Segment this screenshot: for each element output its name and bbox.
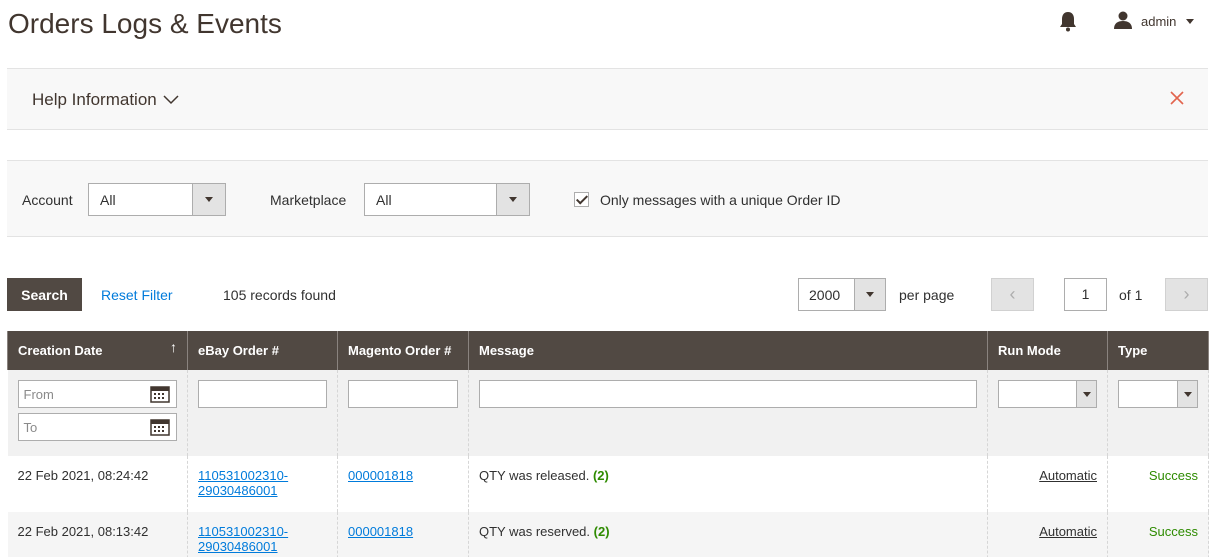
column-header-message[interactable]: Message (468, 331, 988, 370)
chevron-down-icon (192, 184, 225, 215)
table-row: 22 Feb 2021, 08:24:42 110531002310- 29030… (7, 456, 1209, 512)
ebay-order-link[interactable]: 110531002310- 29030486001 (198, 524, 288, 554)
unique-order-checkbox[interactable] (574, 192, 589, 207)
chevron-down-icon (163, 90, 179, 110)
magento-order-link[interactable]: 000001818 (348, 524, 413, 539)
unique-order-label: Only messages with a unique Order ID (600, 192, 841, 208)
column-header-type[interactable]: Type (1107, 331, 1209, 370)
type-filter-select[interactable] (1118, 380, 1198, 408)
per-page-select[interactable]: 2000 (798, 278, 886, 311)
close-icon[interactable] (1169, 90, 1185, 106)
chevron-down-icon (496, 184, 529, 215)
chevron-down-icon (1177, 381, 1197, 407)
chevron-down-icon (1076, 381, 1096, 407)
records-count: 105 records found (223, 287, 336, 303)
message-count[interactable]: (2) (593, 468, 609, 483)
page-number-input[interactable]: 1 (1064, 278, 1107, 311)
help-information-title: Help Information (32, 90, 157, 109)
message-filter-input[interactable] (479, 380, 977, 408)
run-mode-link[interactable]: Automatic (998, 468, 1097, 483)
creation-date-cell: 22 Feb 2021, 08:13:42 (7, 512, 188, 557)
account-select-value: All (100, 192, 116, 208)
page-total: of 1 (1119, 287, 1143, 303)
previous-page-button[interactable]: ‹ (991, 278, 1034, 311)
filter-row: From To (7, 370, 1209, 456)
reset-filter-link[interactable]: Reset Filter (101, 287, 173, 303)
help-information-panel: Help Information (7, 68, 1208, 130)
column-header-ebay-order[interactable]: eBay Order # (187, 331, 338, 370)
next-page-button[interactable]: › (1165, 278, 1208, 311)
search-button[interactable]: Search (7, 278, 82, 311)
column-header-magento-order[interactable]: Magento Order # (337, 331, 469, 370)
per-page-label: per page (899, 287, 955, 303)
message-text: QTY was released. (479, 468, 590, 483)
message-count[interactable]: (2) (594, 524, 610, 539)
calendar-icon[interactable] (149, 385, 170, 403)
date-to-placeholder: To (23, 420, 38, 435)
date-from-input[interactable]: From (17, 380, 177, 408)
magento-order-link[interactable]: 000001818 (348, 468, 413, 483)
help-information-toggle[interactable]: Help Information (32, 90, 179, 110)
ebay-order-filter-input[interactable] (198, 380, 327, 408)
sort-arrow-icon: ↑ (170, 339, 177, 355)
user-icon (1113, 10, 1133, 33)
chevron-down-icon (854, 279, 885, 310)
bell-icon[interactable] (1058, 10, 1078, 32)
user-menu[interactable]: admin (1113, 10, 1195, 33)
run-mode-filter-select[interactable] (998, 380, 1097, 408)
date-to-input[interactable]: To (17, 413, 177, 441)
account-select[interactable]: All (88, 183, 226, 216)
marketplace-label: Marketplace (270, 192, 347, 208)
logs-grid: Creation Date ↑ eBay Order # Magento Ord… (7, 331, 1209, 557)
calendar-icon[interactable] (149, 418, 170, 436)
user-name: admin (1141, 14, 1177, 29)
column-header-creation-date[interactable]: Creation Date ↑ (7, 331, 188, 370)
filter-bar: Account All Marketplace All Only message… (7, 160, 1208, 237)
type-status: Success (1148, 468, 1198, 483)
magento-order-filter-input[interactable] (348, 380, 458, 408)
ebay-order-link[interactable]: 110531002310- 29030486001 (198, 468, 288, 498)
table-row: 22 Feb 2021, 08:13:42 110531002310- 29030… (7, 512, 1209, 557)
column-label: Creation Date (18, 343, 103, 358)
type-status: Success (1148, 524, 1198, 539)
chevron-down-icon (1186, 19, 1195, 24)
column-header-run-mode[interactable]: Run Mode (987, 331, 1108, 370)
marketplace-select[interactable]: All (364, 183, 530, 216)
date-from-placeholder: From (23, 387, 54, 402)
creation-date-cell: 22 Feb 2021, 08:24:42 (7, 456, 188, 512)
run-mode-link[interactable]: Automatic (998, 524, 1097, 539)
page-title: Orders Logs & Events (8, 8, 282, 39)
account-label: Account (22, 192, 73, 208)
message-text: QTY was reserved. (479, 524, 591, 539)
marketplace-select-value: All (376, 192, 392, 208)
per-page-value: 2000 (809, 287, 841, 303)
